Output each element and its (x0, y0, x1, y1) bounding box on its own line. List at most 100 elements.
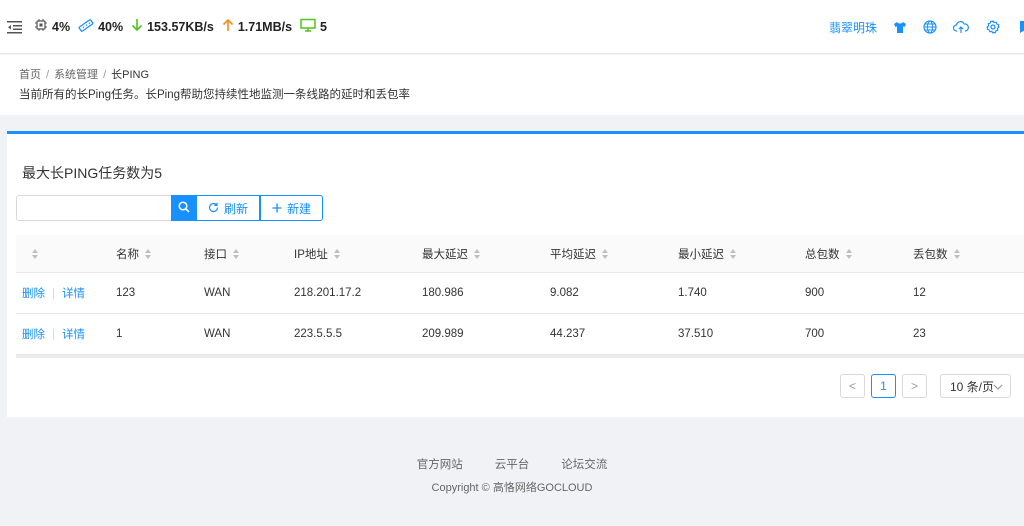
sort-icon (32, 248, 38, 259)
card-title: 最大长PING任务数为5 (22, 165, 163, 181)
cell-avg-latency: 9.082 (550, 287, 579, 299)
user-name-link[interactable]: 翡翠明珠 (829, 19, 877, 36)
chevron-down-icon (993, 381, 1003, 395)
arrow-down-icon (131, 18, 147, 35)
column-header-actions[interactable] (16, 248, 116, 259)
action-divider (53, 287, 54, 299)
menu-fold-icon[interactable] (4, 17, 26, 37)
column-header-avg-latency[interactable]: 平均延迟 (550, 246, 678, 262)
book-icon[interactable] (1015, 19, 1024, 35)
footer-link-forum[interactable]: 论坛交流 (561, 456, 607, 472)
ping-task-card: 最大长PING任务数为5 刷新 新建 名称 接口 IP地址 最大延迟 平均延迟 … (7, 131, 1024, 417)
cloud-upload-icon[interactable] (953, 19, 969, 35)
toolbar: 刷新 新建 (16, 195, 324, 221)
page-header: 首页 / 系统管理 / 长PING 当前所有的长Ping任务。长Ping帮助您持续性地监… (0, 55, 1024, 115)
row-actions: 删除 详情 (16, 285, 116, 301)
arrow-up-icon (222, 18, 238, 35)
footer-link-official-site[interactable]: 官方网站 (417, 456, 463, 472)
upload-stat: 1.71MB/s (222, 18, 292, 35)
breadcrumb: 首页 / 系统管理 / 长PING (19, 66, 149, 82)
devices-value: 5 (320, 19, 327, 34)
sort-icon (333, 248, 340, 259)
column-header-interface[interactable]: 接口 (204, 246, 294, 262)
sort-icon (233, 248, 239, 259)
cpu-value: 4% (52, 19, 71, 34)
detail-link[interactable]: 详情 (62, 326, 85, 342)
page-size-select[interactable]: 10 条/页 (940, 374, 1011, 398)
footer-links: 官方网站 云平台 论坛交流 (0, 456, 1024, 472)
pagination-next-button[interactable]: > (902, 374, 927, 398)
monitor-icon (300, 18, 320, 35)
breadcrumb-home[interactable]: 首页 (19, 69, 41, 81)
upload-value: 1.71MB/s (237, 19, 293, 34)
plus-icon (272, 201, 282, 216)
top-bar: 4% 40% 153.57KB/s 1.71MB/s 5 翡翠明珠 (0, 0, 1024, 54)
cell-avg-latency: 44.237 (550, 328, 586, 340)
sort-icon (602, 248, 608, 259)
copyright-text: Copyright © 高恪网络GOCLOUD (431, 482, 593, 494)
ping-task-table: 名称 接口 IP地址 最大延迟 平均延迟 最小延迟 总包数 丢包数 删除 详情 … (16, 235, 1024, 358)
pagination-prev-button[interactable]: < (840, 374, 865, 398)
refresh-button[interactable]: 刷新 (197, 195, 261, 221)
cpu-stat: 4% (34, 18, 70, 35)
cell-interface: WAN (204, 287, 231, 299)
delete-link[interactable]: 删除 (22, 285, 45, 301)
delete-link[interactable]: 删除 (22, 326, 45, 342)
breadcrumb-current: 长PING (111, 69, 150, 81)
cell-interface: WAN (204, 328, 231, 340)
cell-name: 123 (116, 287, 136, 299)
search-icon (178, 200, 190, 216)
pagination-page-1[interactable]: 1 (871, 374, 896, 398)
column-header-name[interactable]: 名称 (116, 246, 204, 262)
breadcrumb-system[interactable]: 系统管理 (54, 69, 98, 81)
table-row: 删除 详情 1 WAN 223.5.5.5 209.989 44.237 37.… (16, 314, 1024, 355)
create-button[interactable]: 新建 (260, 195, 324, 221)
breadcrumb-separator: / (46, 69, 50, 81)
create-label: 新建 (287, 201, 312, 216)
memory-stat: 40% (78, 18, 123, 35)
sort-icon (845, 248, 852, 259)
search-button[interactable] (171, 195, 197, 221)
refresh-label: 刷新 (224, 201, 249, 216)
column-header-max-latency[interactable]: 最大延迟 (422, 246, 550, 262)
column-header-lost-packets[interactable]: 丢包数 (913, 246, 1013, 262)
cell-min-latency: 1.740 (678, 287, 707, 299)
row-actions: 删除 详情 (16, 326, 116, 342)
footer-link-cloud-platform[interactable]: 云平台 (495, 456, 530, 472)
download-value: 153.57KB/s (147, 19, 214, 34)
skin-icon[interactable] (892, 19, 908, 35)
chevron-right-icon: > (910, 379, 918, 393)
cell-lost-packets: 23 (913, 328, 926, 340)
cell-max-latency: 180.986 (422, 287, 464, 299)
refresh-icon (208, 201, 219, 216)
sort-icon (953, 248, 960, 259)
detail-link[interactable]: 详情 (62, 285, 85, 301)
cell-max-latency: 209.989 (422, 328, 464, 340)
column-header-ip[interactable]: IP地址 (294, 246, 422, 262)
cell-name: 1 (116, 328, 123, 340)
devices-stat: 5 (300, 18, 327, 35)
cell-total-packets: 700 (805, 328, 825, 340)
cpu-icon (34, 18, 52, 35)
globe-icon[interactable] (922, 19, 938, 35)
sort-icon (730, 248, 736, 259)
cell-min-latency: 37.510 (678, 328, 714, 340)
page-description: 当前所有的长Ping任务。长Ping帮助您持续性地监测一条线路的延时和丢包率 (19, 89, 411, 101)
search-input[interactable] (16, 195, 171, 221)
download-stat: 153.57KB/s (131, 18, 214, 35)
cell-lost-packets: 12 (913, 287, 926, 299)
table-row: 删除 详情 123 WAN 218.201.17.2 180.986 9.082… (16, 273, 1024, 314)
memory-icon (78, 18, 98, 35)
memory-value: 40% (98, 19, 124, 34)
cell-ip: 218.201.17.2 (294, 287, 362, 299)
cell-total-packets: 900 (805, 287, 825, 299)
action-divider (53, 328, 54, 340)
column-header-min-latency[interactable]: 最小延迟 (678, 246, 805, 262)
chevron-left-icon: < (848, 379, 856, 393)
table-scrollbar[interactable] (16, 355, 1024, 358)
column-header-total-packets[interactable]: 总包数 (805, 246, 913, 262)
breadcrumb-separator: / (103, 69, 107, 81)
table-header: 名称 接口 IP地址 最大延迟 平均延迟 最小延迟 总包数 丢包数 (16, 235, 1024, 273)
settings-icon[interactable] (985, 19, 1001, 35)
sort-icon (474, 248, 480, 259)
